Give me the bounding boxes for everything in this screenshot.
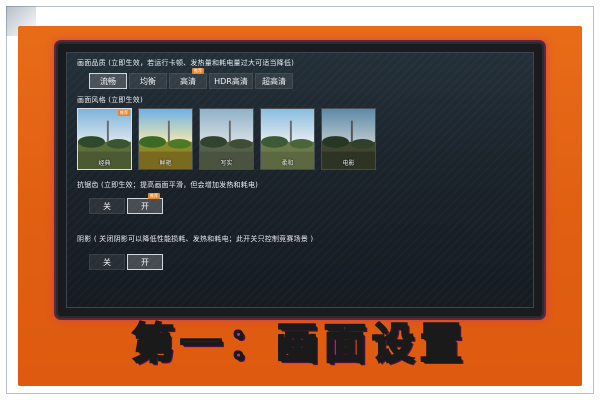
recommended-badge: 推荐 <box>118 110 130 116</box>
option-label: 超高清 <box>262 77 286 86</box>
style-thumbnail-list: 推荐 经典 鲜艳 写实 柔和 电影 <box>77 108 376 170</box>
orange-background-board: 画面品质 (立即生效，若运行卡顿、发热量和耗电量过大可适当降低) 流畅 均衡 推… <box>18 26 582 386</box>
antialias-toggle: 关 推荐 开 <box>89 193 163 214</box>
option-label: HDR高清 <box>214 77 248 86</box>
shadow-on-button[interactable]: 开 <box>127 254 163 270</box>
style-option-label: 鲜艳 <box>159 160 172 167</box>
quality-segmented-control: 流畅 均衡 推荐 高清 HDR高清 超高清 <box>89 68 293 89</box>
shadow-section-title: 阴影 ( 关闭阴影可以降低性能损耗、发热和耗电；此开关只控制竞赛场景 ) <box>77 235 314 243</box>
style-option-vivid[interactable]: 鲜艳 <box>138 108 193 170</box>
shadow-off-button[interactable]: 关 <box>89 254 125 270</box>
quality-option-hd[interactable]: 推荐 高清 <box>169 68 207 89</box>
recommended-badge: 推荐 <box>148 193 160 199</box>
quality-section-title: 画面品质 (立即生效，若运行卡顿、发热量和耗电量过大可适当降低) <box>77 59 295 67</box>
recommended-badge: 推荐 <box>192 68 204 74</box>
style-option-label: 电影 <box>342 160 355 167</box>
quality-option-balanced[interactable]: 均衡 <box>129 73 167 89</box>
antialias-on-button[interactable]: 推荐 开 <box>127 193 163 214</box>
toggle-label: 关 <box>103 258 111 267</box>
shadow-toggle: 关 开 <box>89 254 163 270</box>
option-label: 高清 <box>180 77 196 86</box>
quality-option-hdr[interactable]: HDR高清 <box>209 73 253 89</box>
option-label: 流畅 <box>100 77 116 86</box>
style-option-cinematic[interactable]: 电影 <box>321 108 376 170</box>
option-label: 均衡 <box>140 77 156 86</box>
style-option-realistic[interactable]: 写实 <box>199 108 254 170</box>
style-section-title: 画面风格 (立即生效) <box>77 96 143 104</box>
antialias-off-button[interactable]: 关 <box>89 198 125 214</box>
caption-title: 第一：画面设置 <box>131 318 468 369</box>
toggle-label: 开 <box>141 258 149 267</box>
style-option-label: 经典 <box>98 160 111 167</box>
graphics-settings-panel: 画面品质 (立即生效，若运行卡顿、发热量和耗电量过大可适当降低) 流畅 均衡 推… <box>66 52 534 308</box>
quality-option-smooth[interactable]: 流畅 <box>89 73 127 89</box>
toggle-label: 开 <box>141 202 149 211</box>
style-option-label: 写实 <box>220 160 233 167</box>
game-settings-screen-frame: 画面品质 (立即生效，若运行卡顿、发热量和耗电量过大可适当降低) 流畅 均衡 推… <box>58 44 542 316</box>
style-option-classic[interactable]: 推荐 经典 <box>77 108 132 170</box>
style-option-label: 柔和 <box>281 160 294 167</box>
toggle-label: 关 <box>103 202 111 211</box>
antialias-section-title: 抗锯齿 (立即生效；提高画面平滑，但会增加发热和耗电) <box>77 181 259 189</box>
quality-option-ultra[interactable]: 超高清 <box>255 73 293 89</box>
style-option-soft[interactable]: 柔和 <box>260 108 315 170</box>
